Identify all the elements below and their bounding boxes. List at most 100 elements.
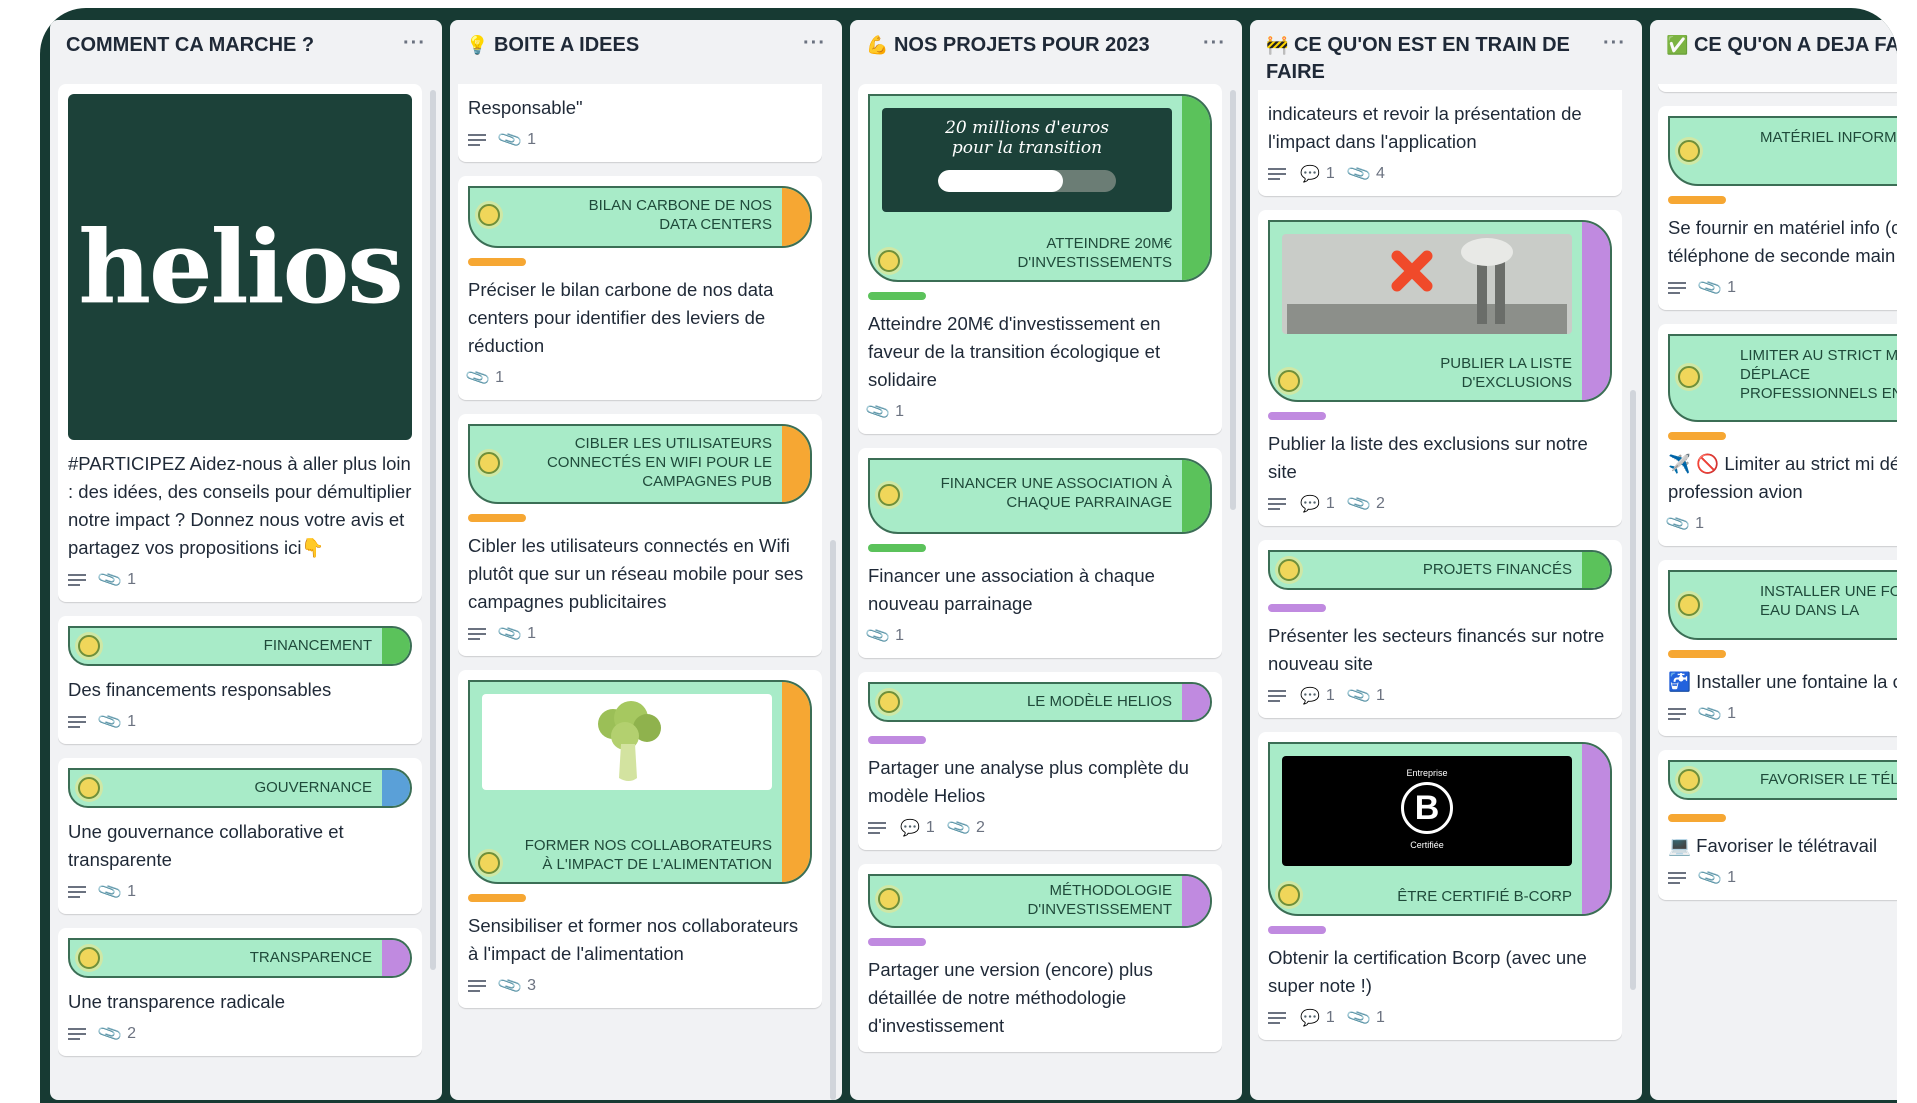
label-stripe (1582, 552, 1610, 588)
list-boite-a-idees: 💡 BOITE A IDEES ··· Responsable" 📎 1 BILA… (450, 20, 842, 1100)
card-badges: 📎 1 (468, 126, 812, 153)
list-title[interactable]: COMMENT CA MARCHE ? (66, 32, 426, 59)
sun-icon (878, 888, 900, 910)
attachment-badge: 📎 3 (496, 972, 536, 999)
card[interactable]: FAVORISER LE TÉLÉT 💻 Favoriser le télétr… (1658, 750, 1897, 900)
label-bar[interactable] (868, 736, 926, 744)
card[interactable]: PROJETS FINANCÉS Présenter les secteurs … (1258, 540, 1622, 718)
comment-icon: 💬 (1300, 496, 1320, 513)
paperclip-icon: 📎 (864, 622, 893, 650)
comment-icon: 💬 (1300, 688, 1320, 705)
attachment-count: 1 (1727, 279, 1737, 296)
description-icon (468, 133, 486, 147)
label-bar[interactable] (868, 292, 926, 300)
sun-icon (1678, 594, 1700, 616)
sun-icon (78, 777, 100, 799)
card-badges: 💬 1 📎 2 (868, 814, 1212, 841)
comment-count: 1 (1325, 495, 1335, 512)
attachment-count: 4 (1376, 165, 1385, 182)
label-bar[interactable] (868, 544, 926, 552)
broccoli-image (482, 694, 772, 790)
banner-text: ATTEINDRE 20M€ D'INVESTISSEMENTS (1017, 235, 1172, 271)
scrollbar[interactable] (1630, 390, 1636, 990)
card[interactable]: FINANCEMENT Des financements responsable… (58, 616, 422, 744)
scrollbar[interactable] (1230, 90, 1236, 510)
list-title[interactable]: ✅ CE QU'ON A DEJA FA (1666, 32, 1897, 59)
banner-text: CIBLER LES UTILISATEURS CONNECTÉS EN WIF… (546, 435, 772, 490)
card[interactable]: PUBLIER LA LISTE D'EXCLUSIONS Publier la… (1258, 210, 1622, 526)
label-stripe (1582, 744, 1610, 914)
card[interactable]: GOUVERNANCE Une gouvernance collaborativ… (58, 758, 422, 914)
attachment-badge: 📎 1 (1664, 510, 1704, 537)
card-badges: 📎 1 (468, 620, 812, 647)
image-caption-line: 20 millions d'euros (945, 118, 1109, 138)
list-cards: helios #PARTICIPEZ Aidez-nous à aller pl… (58, 84, 422, 1100)
scrollbar[interactable] (430, 90, 436, 970)
comment-badge: 💬 1 (1300, 164, 1335, 184)
card[interactable]: LIMITER AU STRICT M LES DÉPLACE PROFESSI… (1658, 324, 1897, 546)
card-badges: 📎 1 (68, 708, 412, 735)
label-bar[interactable] (468, 258, 526, 266)
label-bar[interactable] (868, 938, 926, 946)
banner-text: MÉTHODOLOGIE D'INVESTISSEMENT (1027, 882, 1172, 918)
card[interactable]: MÉTHODOLOGIE D'INVESTISSEMENT Partager u… (858, 864, 1222, 1052)
card-badges: 📎 1 (1664, 510, 1897, 537)
card[interactable] (1658, 84, 1897, 92)
card[interactable]: helios #PARTICIPEZ Aidez-nous à aller pl… (58, 84, 422, 602)
card[interactable]: INSTALLER UNE FO À EAU DANS LA 🚰 Install… (1658, 560, 1897, 736)
label-bar[interactable] (1268, 926, 1326, 934)
card-badges: 💬 1 📎 4 (1268, 160, 1612, 187)
attachment-count: 1 (495, 369, 505, 386)
card[interactable]: Entreprise B Certifiée ÊTRE CERTIFIÉ B-C… (1258, 732, 1622, 1040)
label-bar[interactable] (1668, 432, 1726, 440)
more-icon[interactable]: ··· (1203, 30, 1226, 57)
card-title: Se fournir en matériel info (clavier, so… (1668, 217, 1897, 266)
card[interactable]: FINANCER UNE ASSOCIATION À CHAQUE PARRAI… (858, 448, 1222, 658)
list-title-text: CE QU'ON EST EN TRAIN DE FAIRE (1266, 34, 1570, 83)
description-icon (468, 979, 486, 993)
label-stripe (782, 682, 810, 882)
paperclip-icon: 📎 (464, 364, 493, 392)
label-bar[interactable] (468, 894, 526, 902)
label-stripe (382, 628, 410, 664)
label-bar[interactable] (1668, 814, 1726, 822)
card[interactable]: indicateurs et revoir la présentation de… (1258, 90, 1622, 196)
banner-text: ÊTRE CERTIFIÉ B-CORP (1397, 888, 1572, 905)
label-bar[interactable] (1268, 604, 1326, 612)
card-banner: TRANSPARENCE (68, 938, 412, 978)
card-title: Obtenir la certification Bcorp (avec une… (1268, 947, 1587, 996)
progress-fill (938, 170, 1063, 192)
comment-count: 1 (925, 819, 935, 836)
card-banner: CIBLER LES UTILISATEURS CONNECTÉS EN WIF… (468, 424, 812, 504)
more-icon[interactable]: ··· (403, 30, 426, 57)
card[interactable]: LE MODÈLE HELIOS Partager une analyse pl… (858, 672, 1222, 850)
more-icon[interactable]: ··· (1603, 30, 1626, 57)
card-title: 🚰 Installer une fontaine la cuisine (1668, 671, 1897, 692)
scrollbar[interactable] (830, 540, 836, 1100)
attachment-count: 2 (1376, 495, 1385, 512)
list-title-text: CE QU'ON A DEJA FA (1693, 34, 1897, 56)
card-title: Une transparence radicale (68, 991, 285, 1012)
label-bar[interactable] (1268, 412, 1326, 420)
attachment-badge: 📎 1 (496, 620, 536, 647)
comment-badge: 💬 1 (900, 818, 935, 838)
more-icon[interactable]: ··· (803, 30, 826, 57)
list-title[interactable]: 💡 BOITE A IDEES (466, 32, 826, 59)
card[interactable]: Responsable" 📎 1 (458, 84, 822, 162)
card-banner: MÉTHODOLOGIE D'INVESTISSEMENT (868, 874, 1212, 928)
banner-text: BILAN CARBONE DE NOS DATA CENTERS (588, 197, 772, 233)
card[interactable]: TRANSPARENCE Une transparence radicale 📎… (58, 928, 422, 1056)
label-bar[interactable] (1668, 650, 1726, 658)
label-bar[interactable] (1668, 196, 1726, 204)
card[interactable]: MATÉRIEL INFORM DE SECOND Se fournir en … (1658, 106, 1897, 310)
flexed-biceps-icon: 💪 (866, 35, 889, 55)
card[interactable]: 20 millions d'euros pour la transition A… (858, 84, 1222, 434)
card[interactable]: FORMER NOS COLLABORATEURS À L'IMPACT DE … (458, 670, 822, 1008)
label-bar[interactable] (468, 514, 526, 522)
card-badges: 📎 1 (68, 566, 412, 593)
card[interactable]: BILAN CARBONE DE NOS DATA CENTERS Précis… (458, 176, 822, 400)
list-title[interactable]: 💪 NOS PROJETS POUR 2023 (866, 32, 1226, 59)
paperclip-icon: 📎 (96, 878, 125, 906)
list-title[interactable]: 🚧 CE QU'ON EST EN TRAIN DE FAIRE (1266, 32, 1626, 86)
card[interactable]: CIBLER LES UTILISATEURS CONNECTÉS EN WIF… (458, 414, 822, 656)
